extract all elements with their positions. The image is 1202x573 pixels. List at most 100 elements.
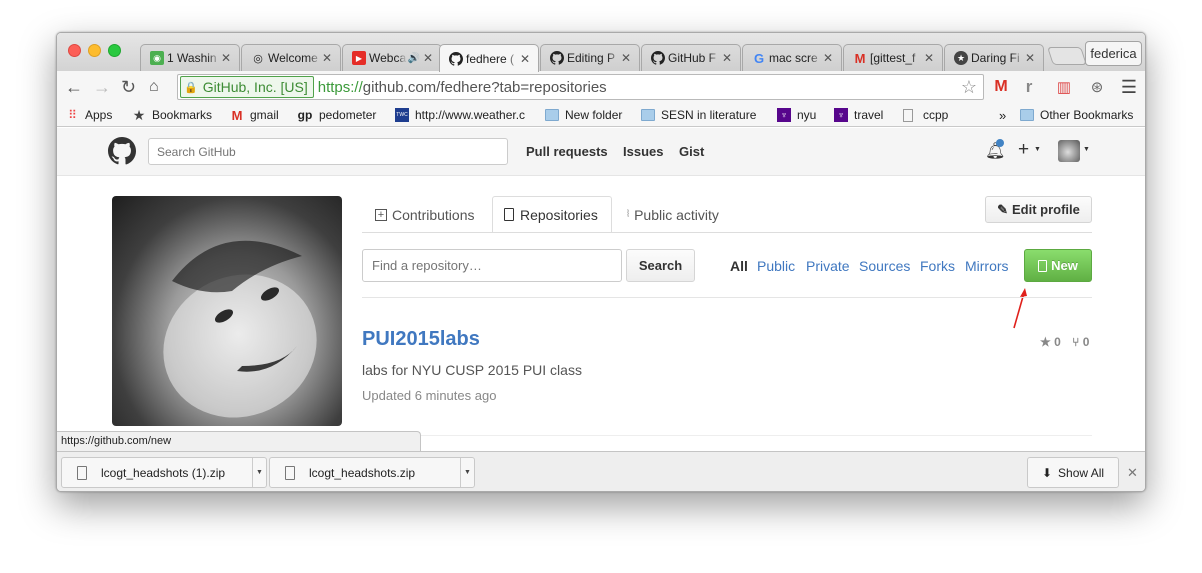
youtube-icon: ▶	[352, 51, 366, 65]
url-text[interactable]: https://github.com/fedhere?tab=repositor…	[318, 79, 607, 96]
film-extension-icon[interactable]: ⊛	[1087, 77, 1107, 97]
bookmark-new-folder[interactable]: New folder	[545, 106, 622, 124]
window-close-button[interactable]	[68, 44, 81, 57]
browser-tab[interactable]: ◎ Welcome ✕	[241, 44, 341, 71]
bookmark-gmail[interactable]: M gmail	[230, 106, 279, 124]
bookmark-star-icon[interactable]: ☆	[961, 77, 977, 98]
repo-description: labs for NYU CUSP 2015 PUI class	[362, 362, 582, 378]
tab-close-icon[interactable]: ✕	[520, 52, 530, 66]
filter-sources[interactable]: Sources	[859, 258, 910, 274]
download-item[interactable]: lcogt_headshots (1).zip ▼	[61, 457, 267, 488]
gp-icon: gp	[297, 108, 313, 122]
bookmark-other[interactable]: Other Bookmarks	[1020, 106, 1133, 124]
home-icon[interactable]: ⌂	[149, 76, 159, 98]
search-button[interactable]: Search	[626, 249, 695, 282]
tab-repositories[interactable]: Repositories	[492, 196, 612, 233]
back-icon[interactable]: ←	[65, 76, 83, 98]
filter-all[interactable]: All	[730, 258, 748, 274]
analytics-extension-icon[interactable]: ▥	[1054, 77, 1074, 97]
repo-name-link[interactable]: PUI2015labs	[362, 328, 480, 351]
status-bubble: https://github.com/new	[57, 431, 421, 451]
menu-icon[interactable]: ☰	[1119, 77, 1139, 97]
browser-tab[interactable]: M [gittest_f ✕	[843, 44, 943, 71]
bookmark-bookmarks[interactable]: ★ Bookmarks	[132, 106, 212, 124]
filter-public[interactable]: Public	[757, 258, 795, 274]
nav-issues[interactable]: Issues	[623, 144, 663, 159]
reload-icon[interactable]: ↻	[121, 76, 136, 98]
forks-count[interactable]: 0	[1083, 335, 1090, 349]
tab-close-icon[interactable]: ✕	[924, 51, 934, 65]
profile-content: + Contributions Repositories ⦚ Public ac…	[57, 176, 1145, 451]
window-zoom-button[interactable]	[108, 44, 121, 57]
close-shelf-icon[interactable]: ✕	[1127, 465, 1138, 481]
file-icon	[77, 465, 87, 480]
separator	[362, 297, 1092, 298]
edit-profile-button[interactable]: ✎ Edit profile	[985, 196, 1092, 223]
bookmark-sesn[interactable]: SESN in literature	[641, 106, 756, 124]
tab-contributions[interactable]: + Contributions	[364, 196, 486, 233]
readability-extension-icon[interactable]: r	[1019, 77, 1039, 97]
window-minimize-button[interactable]	[88, 44, 101, 57]
tab-close-icon[interactable]: ✕	[621, 51, 631, 65]
address-bar[interactable]: 🔒 GitHub, Inc. [US] https://github.com/f…	[177, 74, 984, 100]
user-avatar[interactable]	[1058, 140, 1080, 162]
browser-tab[interactable]: G mac scre ✕	[742, 44, 842, 71]
apps-grid-icon: ⠿	[68, 108, 77, 122]
new-tab-button[interactable]	[1047, 47, 1087, 65]
show-all-downloads-button[interactable]: ⬇ Show All	[1027, 457, 1119, 488]
profile-avatar[interactable]	[112, 196, 342, 426]
bookmark-pedometer[interactable]: gp pedometer	[297, 106, 377, 124]
bookmark-weather[interactable]: TWC http://www.weather.c	[395, 106, 525, 124]
tab-close-icon[interactable]: ✕	[722, 51, 732, 65]
browser-tab-active[interactable]: fedhere ( ✕	[439, 44, 539, 72]
github-logo-icon[interactable]	[108, 137, 136, 165]
download-item[interactable]: lcogt_headshots.zip ▼	[269, 457, 475, 488]
stars-count[interactable]: 0	[1054, 335, 1061, 349]
filter-mirrors[interactable]: Mirrors	[965, 258, 1009, 274]
pencil-icon: ✎	[997, 201, 1008, 217]
tab-close-icon[interactable]: ✕	[1025, 51, 1035, 65]
bookmark-ccpp[interactable]: ccpp	[903, 106, 948, 124]
bookmark-travel[interactable]: ♆ travel	[834, 106, 883, 124]
gmail-icon: M	[231, 107, 243, 123]
github-search-input[interactable]	[148, 138, 508, 165]
browser-tab[interactable]: GitHub F ✕	[641, 44, 741, 71]
bookmarks-overflow-icon[interactable]: »	[999, 106, 1006, 124]
tab-close-icon[interactable]: ✕	[322, 51, 332, 65]
find-repository-input[interactable]	[362, 249, 622, 282]
download-menu-chevron-icon[interactable]: ▼	[252, 458, 266, 487]
browser-tab[interactable]: ★ Daring Fi ✕	[944, 44, 1044, 71]
github-icon	[449, 51, 463, 66]
forward-icon[interactable]: →	[93, 76, 111, 98]
download-menu-chevron-icon[interactable]: ▼	[460, 458, 474, 487]
gmail-extension-icon[interactable]: M	[991, 77, 1011, 97]
browser-tab[interactable]: ◉ 1 Washin ✕	[140, 44, 240, 71]
bookmark-apps[interactable]: ⠿ Apps	[65, 106, 112, 124]
download-shelf: lcogt_headshots (1).zip ▼ lcogt_headshot…	[57, 451, 1145, 491]
browser-tab[interactable]: Editing P ✕	[540, 44, 640, 71]
page-icon	[903, 108, 913, 122]
repo-stats: ★ 0 ⑂ 0	[1040, 335, 1089, 349]
tab-strip: ◉ 1 Washin ✕ ◎ Welcome ✕ ▶ Webca 🔊 ✕ fed…	[57, 33, 1145, 72]
profile-button[interactable]: federica	[1085, 41, 1142, 66]
tab-close-icon[interactable]: ✕	[221, 51, 231, 65]
tab-close-icon[interactable]: ✕	[423, 51, 433, 65]
browser-tab[interactable]: ▶ Webca 🔊 ✕	[342, 44, 442, 71]
nav-pull-requests[interactable]: Pull requests	[526, 144, 608, 159]
bookmark-nyu[interactable]: ♆ nyu	[777, 106, 816, 124]
new-repository-button[interactable]: New	[1024, 249, 1092, 282]
google-maps-icon: ◉	[150, 51, 164, 65]
tab-public-activity[interactable]: ⦚ Public activity	[616, 196, 730, 233]
filter-private[interactable]: Private	[806, 258, 850, 274]
filter-forks[interactable]: Forks	[920, 258, 955, 274]
daring-fireball-icon: ★	[954, 51, 968, 65]
portrait-photo	[163, 240, 317, 418]
ev-certificate-badge[interactable]: 🔒 GitHub, Inc. [US]	[180, 76, 314, 98]
browser-window: ◉ 1 Washin ✕ ◎ Welcome ✕ ▶ Webca 🔊 ✕ fed…	[56, 32, 1146, 492]
fork-icon: ⑂	[1072, 335, 1080, 349]
create-new-plus-icon[interactable]: +	[1018, 139, 1029, 161]
lock-icon: 🔒	[184, 81, 198, 94]
chevron-down-icon: ▼	[1034, 146, 1041, 153]
tab-close-icon[interactable]: ✕	[823, 51, 833, 65]
nav-gist[interactable]: Gist	[679, 144, 704, 159]
